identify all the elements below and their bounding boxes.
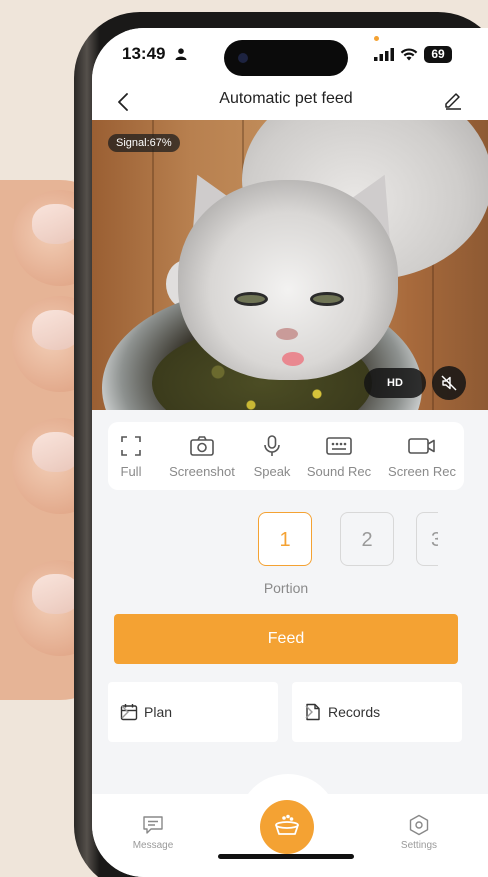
fullscreen-icon: [121, 436, 141, 456]
screen-record-button[interactable]: Screen Rec: [386, 434, 458, 479]
sound-record-icon: [326, 437, 352, 455]
home-indicator: [218, 854, 354, 859]
sound-record-button[interactable]: Sound Rec: [306, 434, 372, 479]
navigation-bar: Automatic pet feed: [92, 84, 488, 120]
portion-option-2[interactable]: 2: [340, 512, 394, 566]
records-label: Records: [328, 704, 381, 720]
speak-button[interactable]: Speak: [250, 434, 294, 479]
speaker-muted-icon: [441, 375, 457, 391]
camera-toolbar: Full Screenshot Speak Sound Rec Screen R…: [108, 422, 464, 490]
status-bar: 13:49 69: [92, 28, 488, 84]
screenshot-button[interactable]: Screenshot: [164, 434, 240, 479]
edit-pencil-icon[interactable]: [442, 88, 464, 110]
plan-card[interactable]: Plan: [108, 682, 278, 742]
chevron-right-icon: [305, 705, 313, 719]
app-screen: 13:49 69 Automatic pet feed Signal:67% H…: [92, 28, 488, 877]
mute-button[interactable]: [432, 366, 466, 400]
camera-live-view[interactable]: Signal:67% HD: [92, 120, 488, 410]
portion-option-1[interactable]: 1: [258, 512, 312, 566]
settings-hexagon-icon: [409, 814, 429, 836]
person-icon: [175, 48, 187, 60]
portion-label: Portion: [263, 580, 309, 596]
microphone-icon: [264, 435, 280, 456]
tab-message[interactable]: Message: [128, 814, 178, 851]
privacy-indicator: [374, 36, 379, 41]
pet-bowl-icon: [275, 814, 299, 835]
tab-settings[interactable]: Settings: [394, 814, 444, 851]
feed-button[interactable]: Feed: [114, 614, 458, 664]
video-record-icon: [408, 438, 435, 454]
status-icons: 69: [374, 46, 452, 63]
chevron-right-icon: [121, 705, 129, 719]
cellular-signal-icon: [374, 48, 394, 61]
fullscreen-button[interactable]: Full: [116, 434, 146, 479]
signal-badge: Signal:67%: [108, 134, 180, 152]
battery-indicator: 69: [424, 46, 452, 63]
page-title: Automatic pet feed: [219, 90, 353, 107]
feed-home-button[interactable]: [260, 800, 314, 854]
hd-quality-button[interactable]: HD: [364, 368, 426, 398]
dynamic-island: [224, 40, 348, 76]
status-time: 13:49: [122, 44, 187, 64]
wifi-icon: [400, 48, 418, 61]
camera-icon: [190, 436, 214, 456]
records-card[interactable]: Records: [292, 682, 462, 742]
message-icon: [143, 816, 163, 834]
plan-label: Plan: [144, 704, 173, 720]
portion-option-3[interactable]: 3: [416, 512, 438, 566]
